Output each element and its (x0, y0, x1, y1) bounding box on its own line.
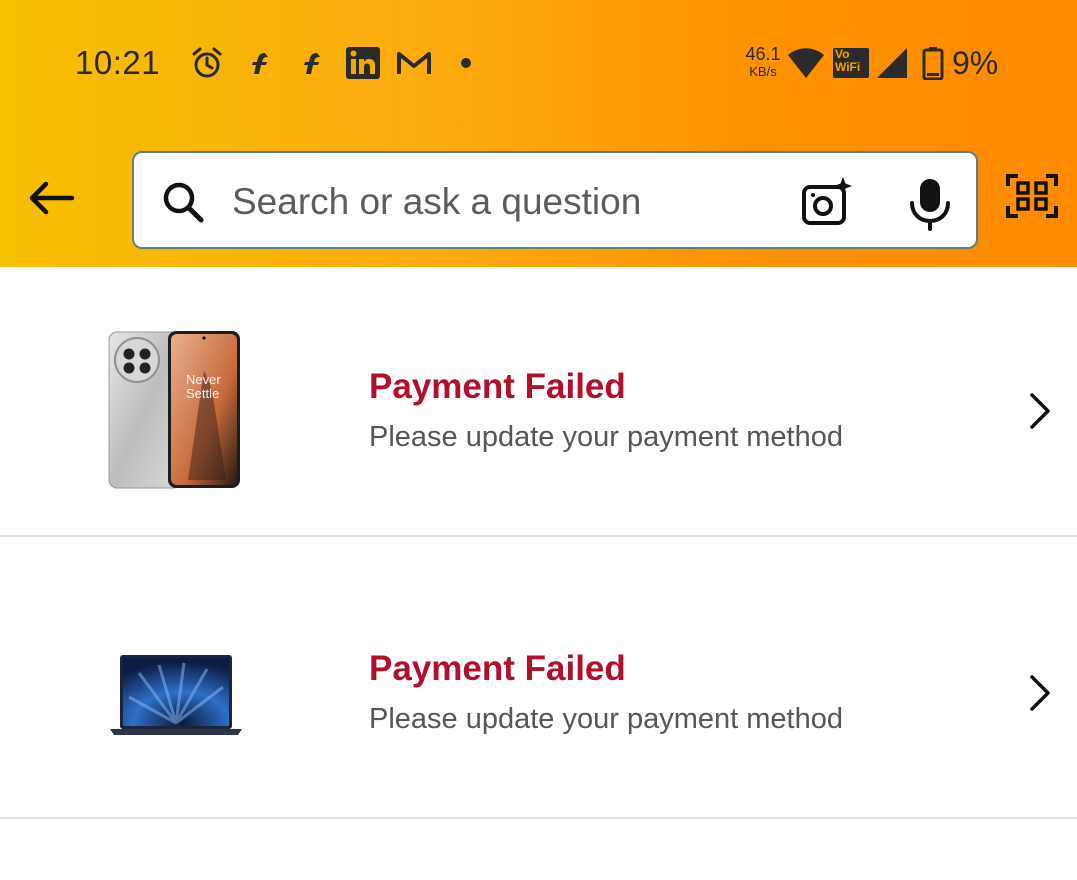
battery-percent: 9% (952, 45, 999, 81)
status-time: 10:21 (75, 44, 161, 81)
arrow-left-icon (29, 181, 75, 215)
vowifi-badge: Vo WiFi (833, 48, 869, 78)
order-row[interactable]: Never Settle Payment Failed Please updat… (0, 267, 1077, 537)
qr-scan-icon[interactable] (1006, 172, 1058, 220)
network-speed-unit: KB/s (749, 64, 777, 79)
vowifi-line2: WiFi (835, 60, 861, 74)
alarm-icon (192, 47, 222, 78)
microphone-icon[interactable] (908, 177, 952, 231)
order-status-title: Payment Failed (369, 367, 626, 406)
linkedin-icon (346, 47, 380, 79)
wifi-icon (788, 48, 824, 78)
back-button[interactable] (22, 170, 80, 226)
flipkart-icon (252, 53, 268, 74)
search-icon (163, 182, 204, 223)
cell-signal-icon (877, 48, 907, 78)
phone-thumb-text-1: Never (186, 372, 221, 387)
order-status-subtitle: Please update your payment method (369, 421, 843, 453)
network-speed: 46.1 KB/s (740, 45, 786, 78)
order-status-title: Payment Failed (369, 649, 626, 688)
phone-thumb-text-2: Settle (186, 386, 219, 401)
network-speed-value: 46.1 (745, 44, 781, 64)
camera-sparkle-icon[interactable] (800, 175, 854, 229)
chevron-right-icon (1030, 675, 1050, 711)
order-status-subtitle: Please update your payment method (369, 703, 843, 735)
laptop-product-image (110, 655, 242, 735)
app-header: 10:21 46.1 KB/s Vo WiFi 9% Search or ask… (0, 0, 1077, 267)
battery-icon (922, 47, 944, 80)
phone-product-image: Never Settle (108, 331, 240, 489)
chevron-right-icon (1030, 393, 1050, 429)
flipkart-icon (304, 53, 320, 74)
gmail-icon (397, 52, 431, 74)
search-input[interactable] (230, 175, 754, 229)
status-bar: 10:21 46.1 KB/s Vo WiFi 9% (0, 0, 1077, 130)
order-row[interactable]: Payment Failed Please update your paymen… (0, 549, 1077, 819)
more-dot-icon (461, 58, 471, 68)
search-bar[interactable] (132, 151, 978, 249)
